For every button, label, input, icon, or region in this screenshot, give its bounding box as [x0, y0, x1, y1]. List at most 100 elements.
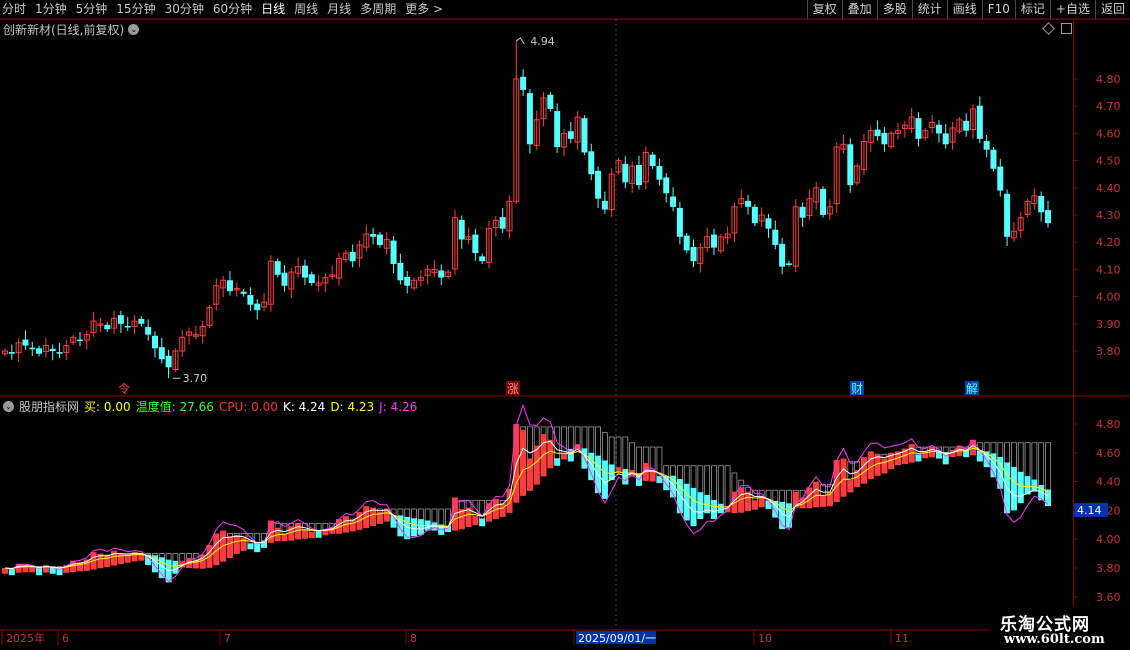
candle-body-down — [281, 272, 288, 286]
candle-body-down — [745, 200, 752, 207]
candle-body-down — [622, 163, 629, 183]
candle-body-down — [520, 76, 527, 90]
candle-body-down — [254, 303, 261, 311]
high-arrow — [515, 37, 525, 45]
indicator-bars — [2, 424, 1051, 583]
x-axis-label: 2025/09/01/一 — [578, 632, 656, 645]
candle-body-down — [499, 217, 506, 229]
indicator-outline-bar — [724, 465, 731, 512]
candle-body-down — [274, 261, 281, 275]
indicator-fill-bar — [554, 458, 561, 466]
candle-body-down — [676, 207, 683, 237]
candle-body-down — [779, 243, 786, 267]
indicator-fill-bar — [1045, 489, 1051, 507]
event-tag: 解 — [966, 382, 978, 396]
indicator-fill-bar — [785, 503, 792, 528]
candle-body-down — [226, 280, 233, 292]
candle-body-down — [547, 94, 554, 109]
candle-body-down — [145, 327, 152, 335]
candle-body-down — [240, 291, 247, 294]
candle-body-down — [581, 118, 588, 153]
candle-body-down — [554, 111, 561, 147]
ind-tick-label: 4.00 — [1096, 533, 1121, 546]
ind-tick-label: 4.80 — [1096, 418, 1121, 431]
ind-tick-label: 4.60 — [1096, 447, 1121, 460]
candle-body-down — [1038, 195, 1045, 213]
candle-body-down — [117, 315, 124, 324]
ind-tick-label: 3.60 — [1096, 591, 1121, 604]
indicator-fill-bar — [976, 450, 983, 462]
candle-body-down — [458, 219, 465, 240]
j-line — [4, 403, 1049, 583]
indicator-fill-bar — [411, 518, 418, 537]
indicator-fill-bar — [520, 429, 527, 496]
candle-body-down — [1004, 193, 1011, 237]
low-label: 3.70 — [183, 372, 208, 385]
price-tick-label: 3.90 — [1096, 318, 1121, 331]
candle-body-down — [29, 347, 36, 350]
candle-body-down — [349, 251, 356, 262]
candle-body-down — [479, 256, 486, 262]
indicator-fill-bar — [383, 508, 390, 522]
candle-body-down — [635, 164, 642, 186]
indicator-fill-bar — [199, 555, 206, 569]
candle-body-down — [983, 141, 990, 150]
candle-body-down — [36, 348, 43, 354]
candle-body-down — [376, 234, 383, 245]
candle-body-down — [847, 144, 854, 186]
candle-body-down — [799, 206, 806, 218]
indicator-fill-bar — [240, 537, 247, 551]
indicator-fill-bar — [233, 534, 240, 554]
candle-body-down — [595, 170, 602, 199]
indicator-fill-bar — [717, 503, 724, 514]
indicator-fill-bar — [1010, 467, 1017, 511]
candle-body-down — [1045, 210, 1051, 224]
indicator-fill-bar — [472, 516, 479, 526]
candle-body-down — [990, 149, 997, 169]
candle-body-down — [397, 262, 404, 281]
price-tick-label: 4.30 — [1096, 209, 1121, 222]
indicator-fill-bar — [690, 487, 697, 527]
price-tick-label: 3.80 — [1096, 345, 1121, 358]
chart-canvas[interactable]: 4.80 4.70 4.60 4.50 4.40 4.30 4.20 4.10 4.00 3.90… — [0, 0, 1130, 650]
candle-body-down — [683, 235, 690, 251]
ind-tick-label: 4.40 — [1096, 476, 1121, 489]
x-axis-label: 10 — [758, 632, 772, 645]
ind-tick-label: 3.80 — [1096, 562, 1121, 575]
indicator-fill-bar — [526, 458, 533, 491]
candle-body-down — [8, 352, 15, 354]
candle-body-down — [76, 339, 83, 342]
x-axis-label: 11 — [895, 632, 909, 645]
indicator-fill-bar — [29, 566, 36, 573]
price-tick-label: 4.50 — [1096, 155, 1121, 168]
candle-body-down — [690, 247, 697, 262]
candle-body-down — [370, 234, 377, 237]
candle-body-down — [874, 129, 881, 137]
price-tick-label: 4.40 — [1096, 182, 1121, 195]
indicator-fill-bar — [295, 523, 302, 540]
high-label: 4.94 — [530, 35, 555, 48]
indicator-fill-bar — [172, 560, 179, 574]
indicator-fill-bar — [697, 492, 704, 520]
current-value: 4.14 — [1077, 504, 1102, 517]
indicator-fill-bar — [915, 454, 922, 462]
indicator-outline-bar — [615, 436, 622, 472]
candle-body-down — [124, 325, 131, 328]
indicator-fill-bar — [479, 518, 486, 527]
indicator-fill-bar — [840, 458, 847, 497]
price-tick-label: 4.10 — [1096, 263, 1121, 276]
candle-body-down — [963, 120, 970, 131]
candle-body-down — [785, 263, 792, 265]
candle-body-down — [765, 218, 772, 229]
indicator-fill-bar — [847, 480, 854, 493]
candle-body-down — [56, 352, 63, 354]
candle-body-down — [935, 124, 942, 134]
indicator-fill-bar — [751, 500, 758, 510]
indicator-fill-bar — [111, 550, 118, 566]
candle-body-down — [881, 132, 888, 145]
candle-body-down — [751, 206, 758, 224]
watermark-line2: www.60lt.com — [1004, 632, 1105, 647]
indicator-fill-bar — [124, 555, 131, 563]
indicator-fill-bar — [506, 488, 513, 513]
candle-body-down — [104, 324, 111, 330]
